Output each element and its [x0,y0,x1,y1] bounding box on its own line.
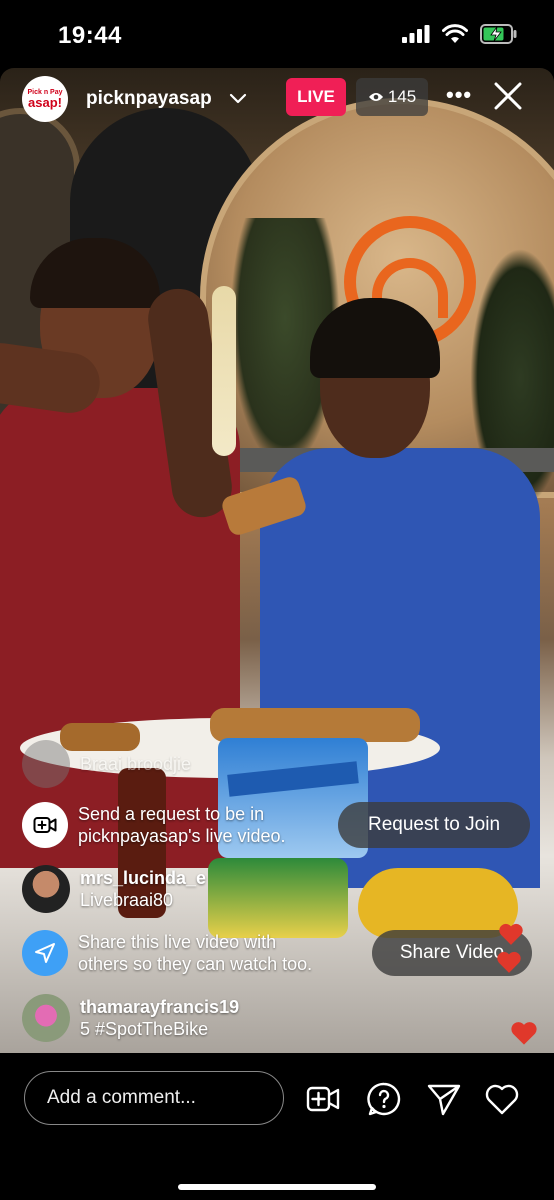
heart-icon [499,923,523,945]
comment-avatar[interactable] [22,994,70,1042]
comment-username[interactable]: thamarayfrancis19 [80,996,239,1018]
eye-icon [368,93,383,101]
close-icon[interactable] [492,80,524,112]
more-icon[interactable]: ••• [446,82,472,108]
broadcaster-username[interactable]: picknpayasap [86,88,212,110]
live-badge: LIVE [286,78,346,116]
butter-tub [208,858,348,938]
wifi-icon [442,24,468,43]
system-message-share: Share this live video with others so the… [22,930,312,976]
comment-input[interactable] [24,1071,284,1125]
status-time: 19:44 [58,22,122,49]
food-item [210,708,420,742]
live-header: Pick n Pay asap! picknpayasap LIVE 145 •… [0,74,554,124]
bananas [358,868,518,938]
home-indicator[interactable] [178,1184,376,1190]
brand-avatar[interactable]: Pick n Pay asap! [22,76,68,122]
request-to-join-button[interactable]: Request to Join [338,802,530,848]
comment-text: Braai broodjie [80,754,192,774]
comment-username[interactable]: mrs_lucinda_e [80,867,206,889]
signal-icon [402,25,430,43]
brand-avatar-bottom: asap! [28,95,62,110]
comment-avatar[interactable] [22,865,70,913]
system-message-request: Send a request to be in picknpayasap's l… [22,802,286,848]
system-message-line: Share this live video with [78,932,277,952]
comment-text: Livebraai80 [80,890,174,910]
viewer-count-value: 145 [387,87,417,106]
comment-text: 5 #SpotTheBike [80,1019,209,1039]
chevron-down-icon[interactable] [228,88,248,108]
send-icon[interactable] [426,1081,462,1117]
cheese-pull [212,286,236,456]
heart-icon [511,1022,537,1045]
comment-item: thamarayfrancis19 5 #SpotTheBike [22,994,239,1042]
system-message-line: picknpayasap's live video. [78,826,286,846]
add-video-icon[interactable] [305,1081,341,1117]
viewer-count[interactable]: 145 [356,78,428,116]
system-message-line: others so they can watch too. [78,954,313,974]
share-arrow-icon [22,930,68,976]
comment-avatar[interactable] [22,740,70,788]
battery-icon [480,24,517,44]
comment-item: Braai broodjie [22,740,191,788]
comment-item: mrs_lucinda_e Livebraai80 [22,865,206,913]
system-message-line: Send a request to be in [78,804,265,824]
question-icon[interactable] [366,1081,402,1117]
heart-icon [497,951,521,973]
status-icons [402,24,518,44]
camera-plus-icon [22,802,68,848]
heart-icon[interactable] [484,1081,520,1117]
status-bar: 19:44 [0,0,554,68]
bottom-bar [0,1053,554,1200]
